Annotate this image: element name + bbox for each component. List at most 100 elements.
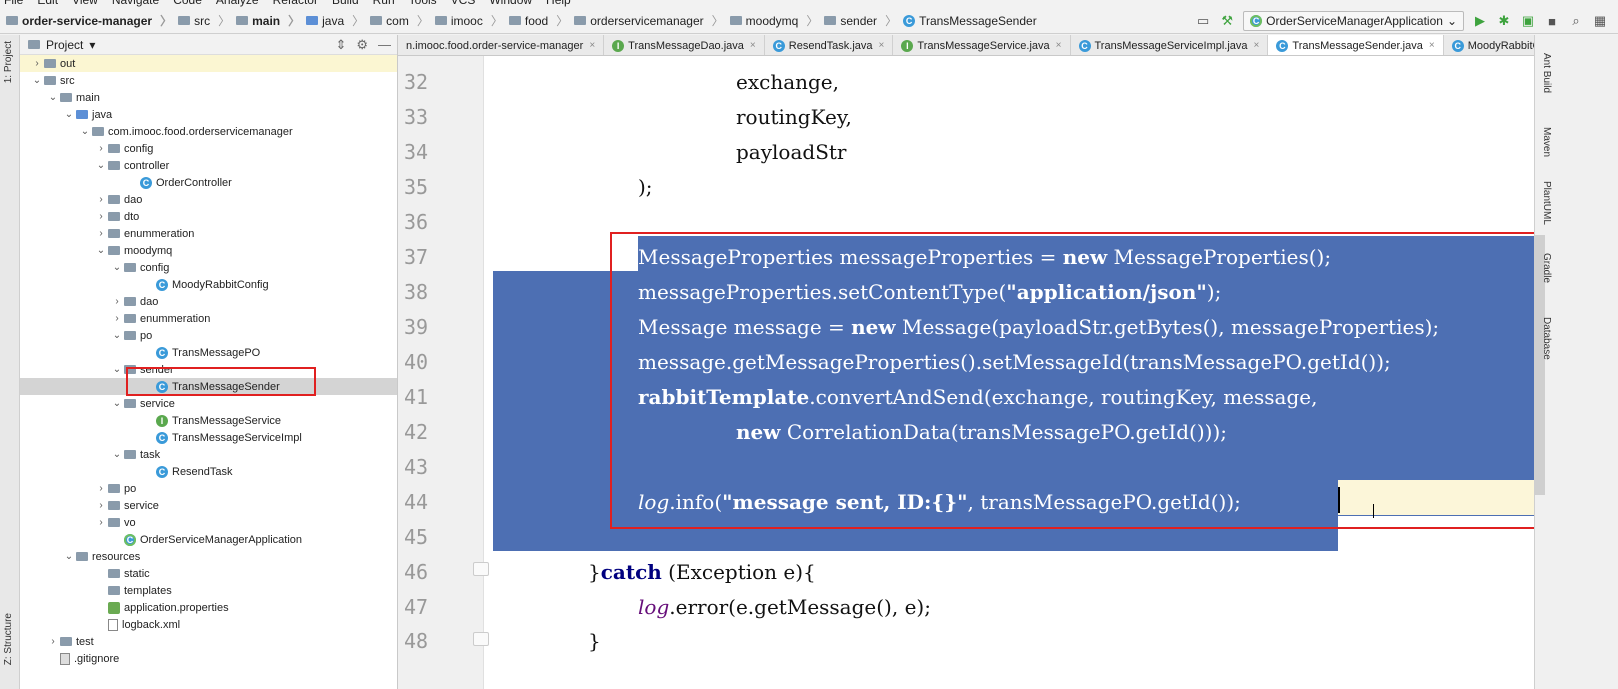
expand-arrow-icon[interactable]: › bbox=[94, 194, 108, 205]
breadcrumb-item[interactable]: moodymq 〉 bbox=[729, 12, 825, 29]
breadcrumb-item[interactable]: sender 〉 bbox=[824, 12, 903, 29]
expand-arrow-icon[interactable]: ⌄ bbox=[46, 92, 60, 103]
expand-arrow-icon[interactable]: › bbox=[94, 228, 108, 239]
breadcrumb-item[interactable]: order-service-manager 〉 bbox=[6, 12, 178, 29]
editor-tab[interactable]: C ResendTask.java × bbox=[765, 35, 894, 55]
breadcrumb-item[interactable]: food 〉 bbox=[508, 12, 574, 29]
structure-icon[interactable]: ▦ bbox=[1592, 13, 1608, 29]
tree-item[interactable]: ⌄ config bbox=[20, 259, 397, 276]
expand-arrow-icon[interactable]: ⌄ bbox=[110, 449, 124, 460]
tree-item[interactable]: ⌄ po bbox=[20, 327, 397, 344]
close-icon[interactable]: × bbox=[1429, 40, 1435, 51]
tree-item[interactable]: › dto bbox=[20, 208, 397, 225]
run-icon[interactable]: ▶ bbox=[1472, 13, 1488, 29]
close-icon[interactable]: × bbox=[1056, 40, 1062, 51]
tree-item[interactable]: ⌄ service bbox=[20, 395, 397, 412]
run-config-select[interactable]: C OrderServiceManagerApplication ⌄ bbox=[1243, 11, 1464, 31]
expand-arrow-icon[interactable]: ⌄ bbox=[94, 160, 108, 171]
breadcrumb-item[interactable]: src 〉 bbox=[178, 12, 236, 29]
menu-item-file[interactable]: File bbox=[4, 0, 23, 7]
editor-tab[interactable]: I TransMessageDao.java × bbox=[604, 35, 765, 55]
tree-item[interactable]: C TransMessageSender bbox=[20, 378, 397, 395]
menu-item-navigate[interactable]: Navigate bbox=[112, 0, 159, 7]
gear-icon[interactable]: ⚙ bbox=[356, 37, 368, 53]
menu-item-code[interactable]: Code bbox=[173, 0, 202, 7]
close-icon[interactable]: × bbox=[589, 40, 595, 51]
menu-item-build[interactable]: Build bbox=[332, 0, 359, 7]
menu-item-tools[interactable]: Tools bbox=[409, 0, 437, 7]
expand-arrow-icon[interactable]: ⌄ bbox=[30, 75, 44, 86]
close-icon[interactable]: × bbox=[879, 40, 885, 51]
expand-arrow-icon[interactable]: › bbox=[94, 500, 108, 511]
expand-arrow-icon[interactable]: › bbox=[94, 211, 108, 222]
menu-item-window[interactable]: Window bbox=[489, 0, 532, 7]
tree-item[interactable]: ⌄ com.imooc.food.orderservicemanager bbox=[20, 123, 397, 140]
expand-arrow-icon[interactable]: ⌄ bbox=[94, 245, 108, 256]
tree-item[interactable]: › po bbox=[20, 480, 397, 497]
breadcrumb-item[interactable]: imooc 〉 bbox=[434, 12, 509, 29]
expand-arrow-icon[interactable]: › bbox=[110, 313, 124, 324]
expand-arrow-icon[interactable]: › bbox=[94, 517, 108, 528]
collapse-all-icon[interactable]: ⇕ bbox=[335, 37, 346, 53]
tree-item[interactable]: C OrderServiceManagerApplication bbox=[20, 531, 397, 548]
breadcrumb-item[interactable]: C TransMessageSender bbox=[903, 14, 1043, 28]
tree-item[interactable]: › config bbox=[20, 140, 397, 157]
tree-item[interactable]: C MoodyRabbitConfig bbox=[20, 276, 397, 293]
menu-item-vcs[interactable]: VCS bbox=[451, 0, 476, 7]
tree-item[interactable]: application.properties bbox=[20, 599, 397, 616]
tree-item[interactable]: › test bbox=[20, 633, 397, 650]
tree-item[interactable]: ⌄ main bbox=[20, 89, 397, 106]
expand-arrow-icon[interactable]: › bbox=[94, 483, 108, 494]
project-panel-title[interactable]: Project bbox=[46, 38, 83, 52]
tree-item[interactable]: C TransMessagePO bbox=[20, 344, 397, 361]
code-editor[interactable]: 32 33 34 35 36 37 38 39 40 41 42 43 44 45 46 47 48 excha… bbox=[398, 56, 1534, 689]
menu-item-refactor[interactable]: Refactor bbox=[273, 0, 318, 7]
structure-tool-tab[interactable]: Z: Structure bbox=[3, 613, 14, 665]
maven-tab[interactable]: Maven bbox=[1541, 127, 1552, 157]
expand-arrow-icon[interactable]: ⌄ bbox=[62, 109, 76, 120]
tree-item[interactable]: .gitignore bbox=[20, 650, 397, 667]
tree-item[interactable]: › dao bbox=[20, 293, 397, 310]
coverage-icon[interactable]: ▣ bbox=[1520, 13, 1536, 29]
expand-arrow-icon[interactable]: ⌄ bbox=[110, 262, 124, 273]
tree-item[interactable]: › service bbox=[20, 497, 397, 514]
editor-tab[interactable]: C TransMessageServiceImpl.java × bbox=[1071, 35, 1269, 55]
layout-icon[interactable]: ▭ bbox=[1195, 13, 1211, 29]
hide-icon[interactable]: — bbox=[378, 37, 391, 53]
expand-arrow-icon[interactable]: › bbox=[110, 296, 124, 307]
tree-item[interactable]: C OrderController bbox=[20, 174, 397, 191]
editor-tab[interactable]: C TransMessageSender.java × bbox=[1268, 35, 1444, 55]
editor-tab[interactable]: CMoodyRabbitConfig.java× bbox=[1444, 35, 1534, 55]
breadcrumb-item[interactable]: orderservicemanager 〉 bbox=[574, 12, 729, 29]
tree-item[interactable]: ⌄ task bbox=[20, 446, 397, 463]
database-tab[interactable]: Database bbox=[1541, 317, 1552, 360]
breadcrumb-item[interactable]: java 〉 bbox=[306, 12, 370, 29]
tree-item[interactable]: ⌄ controller bbox=[20, 157, 397, 174]
tree-item[interactable]: C ResendTask bbox=[20, 463, 397, 480]
tree-item[interactable]: ⌄ src bbox=[20, 72, 397, 89]
expand-arrow-icon[interactable]: ⌄ bbox=[78, 126, 92, 137]
search-icon[interactable]: ⌕ bbox=[1568, 13, 1584, 29]
project-tool-tab[interactable]: 1: Project bbox=[3, 41, 14, 83]
close-icon[interactable]: × bbox=[1254, 40, 1260, 51]
tree-item[interactable]: › out bbox=[20, 55, 397, 72]
expand-arrow-icon[interactable]: › bbox=[94, 143, 108, 154]
tree-item[interactable]: › vo bbox=[20, 514, 397, 531]
expand-arrow-icon[interactable]: ⌄ bbox=[110, 330, 124, 341]
tree-item[interactable]: static bbox=[20, 565, 397, 582]
breadcrumb-item[interactable]: main 〉 bbox=[236, 12, 306, 29]
editor-tab[interactable]: n.imooc.food.order-service-manager × bbox=[398, 35, 605, 55]
tree-item[interactable]: › enummeration bbox=[20, 225, 397, 242]
tree-item[interactable]: ⌄ java bbox=[20, 106, 397, 123]
menu-item-view[interactable]: View bbox=[72, 0, 98, 7]
debug-icon[interactable]: ✱ bbox=[1496, 13, 1512, 29]
chevron-down-icon[interactable]: ▾ bbox=[89, 38, 95, 52]
tree-item[interactable]: ⌄ resources bbox=[20, 548, 397, 565]
stop-icon[interactable]: ■ bbox=[1544, 13, 1560, 29]
menu-item-run[interactable]: Run bbox=[373, 0, 395, 7]
gradle-tab[interactable]: Gradle bbox=[1541, 253, 1552, 283]
tree-item[interactable]: › enummeration bbox=[20, 310, 397, 327]
menu-item-analyze[interactable]: Analyze bbox=[216, 0, 259, 7]
tree-item[interactable]: I TransMessageService bbox=[20, 412, 397, 429]
expand-arrow-icon[interactable]: ⌄ bbox=[110, 364, 124, 375]
